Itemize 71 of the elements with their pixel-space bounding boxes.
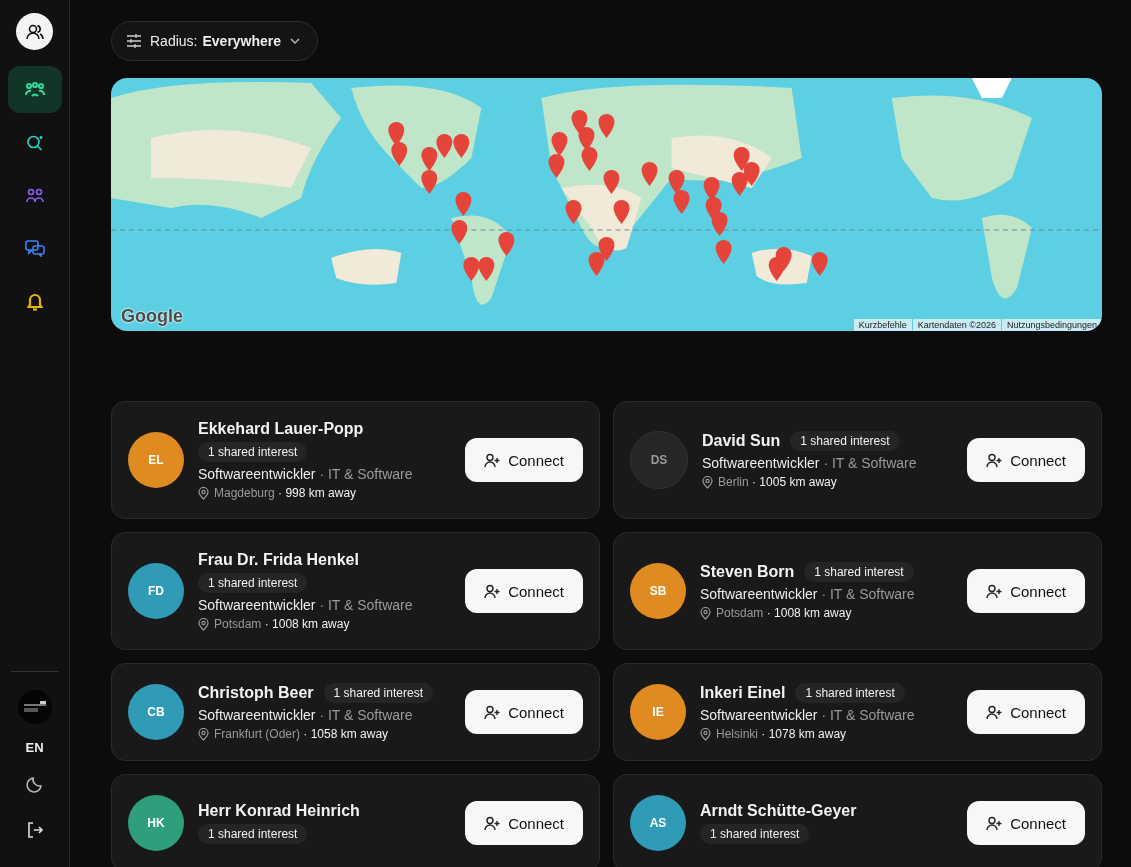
avatar: SB bbox=[630, 563, 686, 619]
connect-button[interactable]: Connect bbox=[967, 801, 1085, 845]
avatar: HK bbox=[128, 795, 184, 851]
add-user-icon bbox=[484, 704, 501, 720]
connect-button[interactable]: Connect bbox=[967, 690, 1085, 734]
shared-interest-tag: 1 shared interest bbox=[323, 683, 433, 703]
location-text: Frankfurt (Oder) · 1058 km away bbox=[214, 727, 389, 741]
location-pin-icon bbox=[198, 617, 209, 631]
sliders-icon bbox=[126, 34, 142, 48]
map-attribution-link[interactable]: Nutzungsbedingungen bbox=[1001, 319, 1102, 331]
location-text: Potsdam · 1008 km away bbox=[214, 617, 350, 631]
avatar: DS bbox=[630, 431, 688, 489]
person-name: Christoph Beer bbox=[198, 684, 314, 702]
avatar: EL bbox=[128, 432, 184, 488]
shared-interest-tag: 1 shared interest bbox=[790, 431, 900, 451]
job-title: Softwareentwickler · IT & Software bbox=[700, 707, 916, 723]
shared-interest-tag: 1 shared interest bbox=[795, 683, 905, 703]
connect-button[interactable]: Connect bbox=[465, 438, 583, 482]
location-text: Helsinki · 1078 km away bbox=[716, 727, 847, 741]
shared-interest-tag: 1 shared interest bbox=[198, 442, 308, 462]
job-title: Softwareentwickler · IT & Software bbox=[702, 455, 918, 471]
person-name: Inkeri Einel bbox=[700, 684, 786, 702]
location-pin-icon bbox=[702, 475, 713, 489]
job-title: Softwareentwickler · IT & Software bbox=[198, 466, 414, 482]
location-pin-icon bbox=[700, 606, 711, 620]
job-title: Softwareentwickler · IT & Software bbox=[198, 597, 414, 613]
avatar: CB bbox=[128, 684, 184, 740]
job-title: Softwareentwickler · IT & Software bbox=[700, 586, 916, 602]
location-text: Berlin · 1005 km away bbox=[718, 475, 837, 489]
map-logo: Google bbox=[121, 306, 183, 327]
add-user-icon bbox=[986, 815, 1003, 831]
add-user-icon bbox=[986, 583, 1003, 599]
person-name: David Sun bbox=[702, 432, 781, 450]
connect-button[interactable]: Connect bbox=[967, 569, 1085, 613]
logout-icon[interactable] bbox=[25, 821, 44, 839]
chevron-down-icon bbox=[289, 37, 302, 45]
moon-icon[interactable] bbox=[25, 775, 44, 793]
map-attribution-link[interactable]: Kurzbefehle bbox=[853, 319, 912, 331]
map-attribution-link[interactable]: Kartendaten ©2026 bbox=[912, 319, 1001, 331]
add-user-icon bbox=[986, 452, 1003, 468]
shared-interest-tag: 1 shared interest bbox=[198, 573, 308, 593]
person-name: Herr Konrad Heinrich bbox=[198, 802, 361, 820]
person-name: Arndt Schütte-Geyer bbox=[700, 802, 858, 820]
person-name: Frau Dr. Frida Henkel bbox=[198, 551, 360, 569]
radius-filter[interactable]: Radius: Everywhere bbox=[111, 21, 319, 61]
add-user-icon bbox=[484, 452, 501, 468]
connect-button[interactable]: Connect bbox=[967, 438, 1085, 482]
shared-interest-tag: 1 shared interest bbox=[804, 562, 914, 582]
connect-button[interactable]: Connect bbox=[465, 801, 583, 845]
avatar: IE bbox=[630, 684, 686, 740]
user-icon bbox=[25, 22, 44, 41]
add-user-icon bbox=[986, 704, 1003, 720]
avatar: AS bbox=[630, 795, 686, 851]
location-pin-icon bbox=[198, 727, 209, 741]
person-name: Ekkehard Lauer-Popp bbox=[198, 420, 365, 438]
person-name: Steven Born bbox=[700, 563, 795, 581]
connect-button[interactable]: Connect bbox=[465, 690, 583, 734]
avatar: FD bbox=[128, 563, 184, 619]
shared-interest-tag: 1 shared interest bbox=[198, 824, 308, 844]
location-pin-icon bbox=[198, 486, 209, 500]
connect-button[interactable]: Connect bbox=[465, 569, 583, 613]
add-user-icon bbox=[484, 815, 501, 831]
location-pin-icon bbox=[700, 727, 711, 741]
add-user-icon bbox=[484, 583, 501, 599]
shared-interest-tag: 1 shared interest bbox=[700, 824, 810, 844]
location-text: Potsdam · 1008 km away bbox=[716, 606, 852, 620]
location-text: Magdeburg · 998 km away bbox=[214, 486, 357, 500]
language-button[interactable]: EN bbox=[25, 740, 44, 755]
nav-item[interactable] bbox=[7, 66, 62, 113]
profile-button[interactable] bbox=[16, 13, 53, 50]
job-title: Softwareentwickler · IT & Software bbox=[198, 707, 414, 723]
